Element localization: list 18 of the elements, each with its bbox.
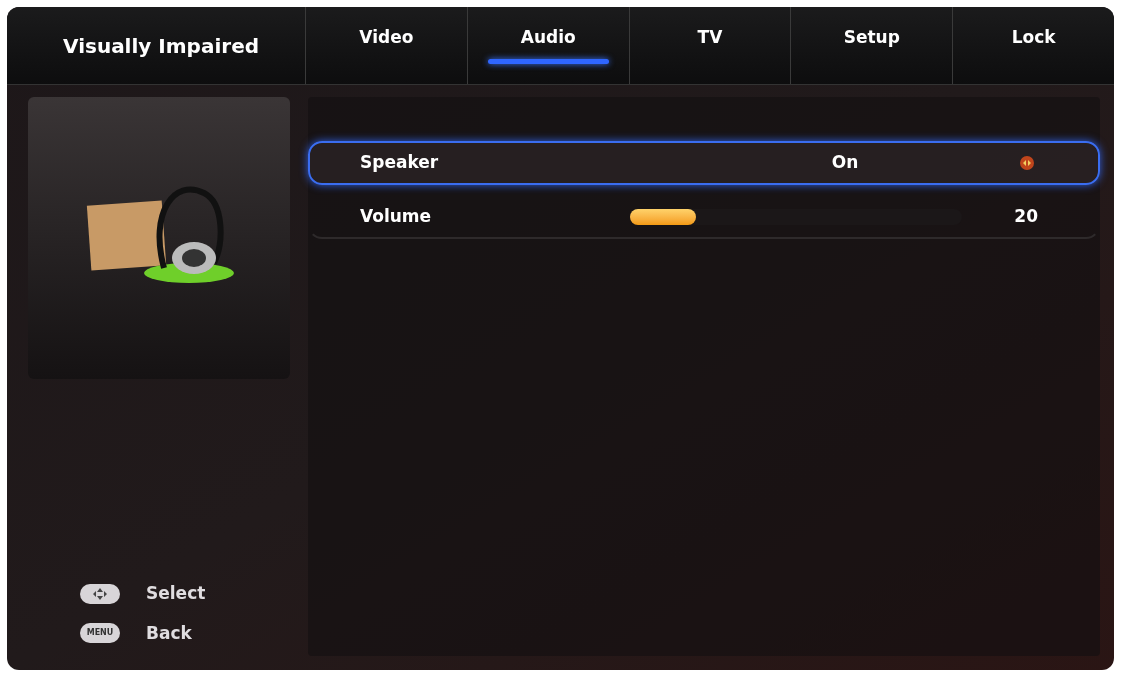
setting-label: Speaker xyxy=(360,151,440,175)
menu-title: Visually Impaired xyxy=(63,32,260,60)
menu-tab[interactable]: Setup xyxy=(790,7,953,84)
legend-label: Back xyxy=(146,621,192,645)
menu-key-icon: MENU xyxy=(80,623,120,644)
volume-track[interactable] xyxy=(630,209,962,225)
setting-label: Volume xyxy=(360,205,433,229)
setting-row[interactable]: Speaker On xyxy=(308,141,1100,185)
dpad-icon xyxy=(80,583,120,604)
menu-tab[interactable]: Lock xyxy=(952,7,1114,84)
setting-row[interactable]: Volume 20 xyxy=(308,195,1100,239)
menu-tab[interactable]: Audio xyxy=(466,7,629,84)
menu-tab[interactable]: Video xyxy=(305,7,467,84)
setting-value: On xyxy=(830,151,860,175)
volume-reading: 20 xyxy=(1013,205,1038,229)
left-right-arrows-icon xyxy=(1020,156,1034,170)
legend-label: Select xyxy=(146,582,206,605)
menu-tab[interactable]: TV xyxy=(628,7,791,84)
